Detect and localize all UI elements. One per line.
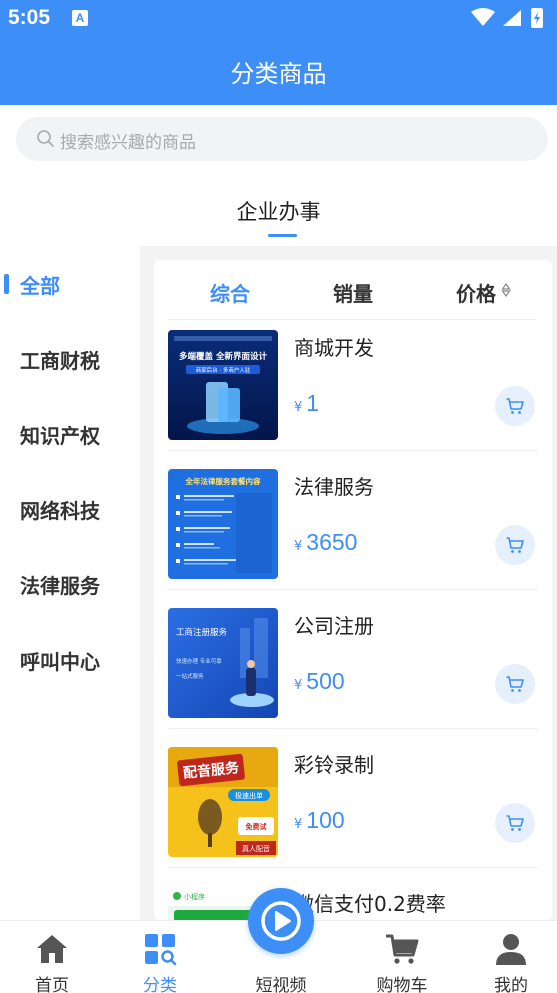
product-name: 微信支付0.2费率 xyxy=(294,892,446,916)
status-bar: 5:05 A xyxy=(0,0,557,38)
product-image: 工商注册服务 快速办理 专业可靠 一站式服务 xyxy=(168,608,278,718)
add-to-cart-button[interactable] xyxy=(495,386,535,426)
category-underline xyxy=(268,234,297,237)
thumb-text: 小程序 xyxy=(184,892,205,901)
category-icon xyxy=(145,934,177,966)
sidebar-item-business-tax[interactable]: 工商财税 xyxy=(20,345,100,374)
sort-tab-overall[interactable]: 综合 xyxy=(210,278,250,307)
product-name: 彩铃录制 xyxy=(294,753,374,777)
product-name: 商城开发 xyxy=(294,336,374,360)
nav-label: 分类 xyxy=(143,976,177,993)
play-icon xyxy=(261,901,301,941)
product-divider xyxy=(168,867,538,868)
add-to-cart-button[interactable] xyxy=(495,803,535,843)
user-icon xyxy=(496,934,526,965)
cart-icon xyxy=(506,537,524,553)
home-icon xyxy=(37,935,67,963)
product-item[interactable]: 工商注册服务 快速办理 专业可靠 一站式服务 公司注册 ¥500 xyxy=(168,598,538,737)
product-name: 公司注册 xyxy=(294,614,374,638)
nav-label: 短视频 xyxy=(255,976,307,993)
product-price: ¥3650 xyxy=(294,529,357,556)
add-to-cart-button[interactable] xyxy=(495,525,535,565)
sidebar-item-call-center[interactable]: 呼叫中心 xyxy=(20,646,100,675)
notification-icon: A xyxy=(72,10,88,26)
thumb-subtext: 快速办理 专业可靠 xyxy=(176,657,222,665)
nav-home[interactable]: 首页 xyxy=(2,921,102,993)
product-image: 全年法律服务套餐内容 xyxy=(168,469,278,579)
thumb-subtext: 极速出单 xyxy=(235,791,263,800)
price-value: 100 xyxy=(306,807,345,833)
product-image: 多端覆盖 全新界面设计 商家后台 · 多商户入驻 xyxy=(168,330,278,440)
nav-category[interactable]: 分类 xyxy=(110,921,210,993)
product-name: 法律服务 xyxy=(294,475,374,499)
thumb-text: 多端覆盖 全新界面设计 xyxy=(179,351,267,362)
page-title: 分类商品 xyxy=(230,60,327,88)
product-divider xyxy=(168,589,538,590)
currency-symbol: ¥ xyxy=(294,817,303,832)
product-panel: 综合 销量 价格 多端覆盖 全新界面设计 商家后台 · 多商户入驻 商城开发 ¥… xyxy=(154,260,552,920)
nav-label: 我的 xyxy=(494,976,528,993)
nav-profile[interactable]: 我的 xyxy=(461,921,557,993)
sidebar-item-all[interactable]: 全部 xyxy=(20,270,60,299)
cart-icon xyxy=(386,934,419,964)
cart-icon xyxy=(506,398,524,414)
short-video-button[interactable] xyxy=(248,888,314,954)
nav-cart[interactable]: 购物车 xyxy=(352,921,452,993)
sort-arrows-icon[interactable] xyxy=(501,282,511,298)
app-header: 5:05 A 分类商品 xyxy=(0,0,557,105)
sidebar-item-legal-service[interactable]: 法律服务 xyxy=(20,570,100,599)
product-image: 配音服务 极速出单 免费试 真人配音 xyxy=(168,747,278,857)
search-input[interactable]: 搜索感兴趣的商品 xyxy=(16,117,548,161)
sidebar-item-intellectual-property[interactable]: 知识产权 xyxy=(20,420,100,449)
thumb-subtext: 真人配音 xyxy=(242,844,270,853)
product-item[interactable]: 全年法律服务套餐内容 法律服务 ¥3650 xyxy=(168,459,538,598)
thumb-subtext: 免费试 xyxy=(246,822,267,831)
currency-symbol: ¥ xyxy=(294,678,303,693)
add-to-cart-button[interactable] xyxy=(495,664,535,704)
category-title[interactable]: 企业办事 xyxy=(0,196,557,226)
sort-tab-sales[interactable]: 销量 xyxy=(333,278,373,307)
nav-label: 首页 xyxy=(35,976,69,993)
product-price: ¥500 xyxy=(294,668,345,695)
sidebar-active-indicator xyxy=(4,274,9,294)
thumb-text: 工商注册服务 xyxy=(176,627,228,638)
price-value: 1 xyxy=(306,390,320,416)
product-item[interactable]: 小程序 微信支付0.2费率 xyxy=(168,876,538,920)
product-divider xyxy=(168,728,538,729)
search-placeholder: 搜索感兴趣的商品 xyxy=(60,133,196,153)
price-value: 3650 xyxy=(306,529,358,555)
status-time: 5:05 xyxy=(8,6,51,29)
currency-symbol: ¥ xyxy=(294,400,303,415)
currency-symbol: ¥ xyxy=(294,539,303,554)
search-icon xyxy=(37,130,54,147)
product-price: ¥1 xyxy=(294,390,319,417)
sidebar-item-network-tech[interactable]: 网络科技 xyxy=(20,495,100,524)
product-divider xyxy=(168,450,538,451)
price-value: 500 xyxy=(306,668,345,694)
cart-icon xyxy=(506,815,524,831)
thumb-text: 全年法律服务套餐内容 xyxy=(185,476,261,486)
thumb-subtext: 一站式服务 xyxy=(176,672,204,680)
nav-label: 购物车 xyxy=(376,976,428,993)
system-status-icons xyxy=(471,8,543,28)
product-item[interactable]: 多端覆盖 全新界面设计 商家后台 · 多商户入驻 商城开发 ¥1 xyxy=(168,320,538,459)
sort-tab-price[interactable]: 价格 xyxy=(456,278,496,307)
product-item[interactable]: 配音服务 极速出单 免费试 真人配音 彩铃录制 ¥100 xyxy=(168,737,538,876)
product-price: ¥100 xyxy=(294,807,345,834)
cart-icon xyxy=(506,676,524,692)
thumb-subtext: 商家后台 · 多商户入驻 xyxy=(196,366,251,374)
